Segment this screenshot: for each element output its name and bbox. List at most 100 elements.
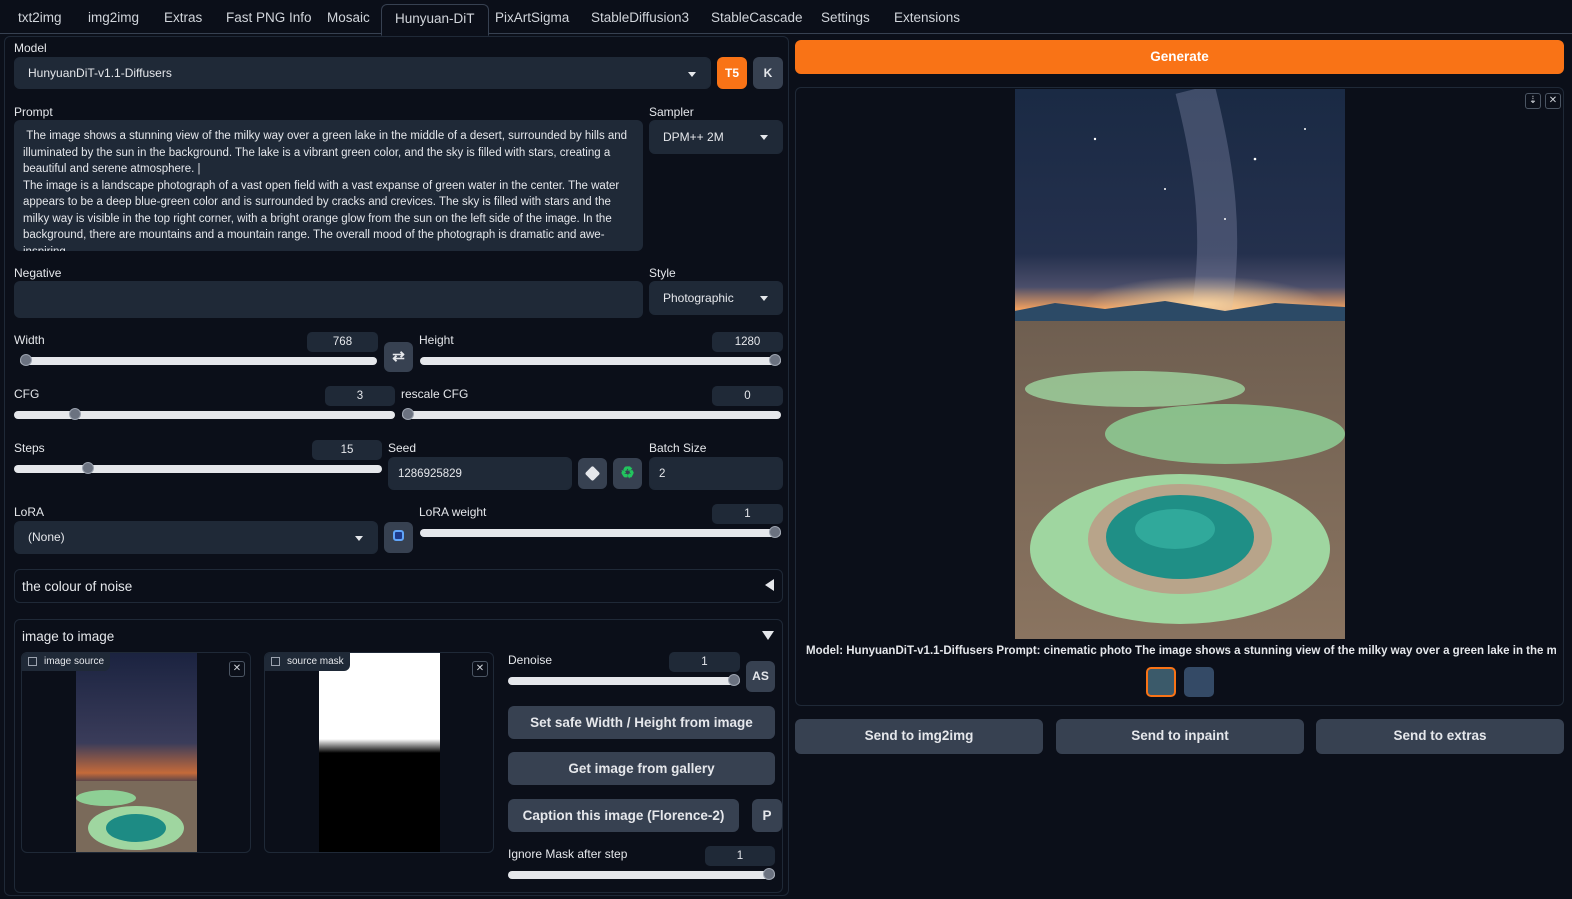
source-mask-dropzone[interactable]: source mask ✕ — [264, 652, 494, 853]
i2i-accordion-title[interactable]: image to image — [22, 629, 114, 644]
negative-textarea[interactable] — [14, 281, 643, 318]
image-icon — [271, 657, 280, 666]
cfg-slider-thumb[interactable] — [69, 408, 82, 420]
thumbnail-2[interactable] — [1184, 667, 1214, 697]
sampler-label: Sampler — [649, 105, 694, 119]
caption-image-button[interactable]: Caption this image (Florence-2) — [508, 799, 739, 832]
cfg-number[interactable]: 3 — [325, 386, 395, 406]
chevron-down-icon — [760, 135, 768, 140]
batch-size-input[interactable]: 2 — [649, 457, 783, 490]
refresh-lora-button[interactable] — [384, 522, 413, 553]
width-label: Width — [14, 333, 45, 347]
tab-mosaic[interactable]: Mosaic — [327, 4, 370, 34]
ignore-mask-slider[interactable] — [508, 868, 775, 880]
image-source-dropzone[interactable]: image source ✕ — [21, 652, 251, 853]
tab-hunyuan-dit[interactable]: Hunyuan-DiT — [381, 4, 489, 36]
chevron-down-icon — [355, 536, 363, 541]
model-label: Model — [14, 41, 47, 55]
model-value: HunyuanDiT-v1.1-Diffusers — [28, 66, 172, 80]
send-to-extras-button[interactable]: Send to extras — [1316, 719, 1564, 754]
send-to-img2img-button[interactable]: Send to img2img — [795, 719, 1043, 754]
noise-accordion[interactable]: the colour of noise — [14, 569, 783, 603]
sampler-dropdown[interactable]: DPM++ 2M — [649, 120, 783, 154]
cfg-label: CFG — [14, 387, 40, 401]
recycle-icon: ♻ — [620, 465, 635, 482]
prompt-textarea[interactable]: The image shows a stunning view of the m… — [14, 120, 643, 251]
width-slider[interactable] — [20, 354, 377, 366]
image-icon — [28, 657, 37, 666]
image-source-label: image source — [44, 656, 105, 667]
tab-extensions[interactable]: Extensions — [894, 4, 960, 34]
rescale-cfg-slider-thumb[interactable] — [402, 408, 414, 420]
tab-fast-png-info[interactable]: Fast PNG Info — [226, 4, 312, 34]
tab-pixartsigma[interactable]: PixArtSigma — [495, 4, 569, 34]
lora-weight-slider-thumb[interactable] — [769, 526, 781, 538]
refresh-icon — [393, 530, 404, 541]
seed-input[interactable]: 1286925829 — [388, 457, 572, 490]
tab-extras[interactable]: Extras — [164, 4, 202, 34]
tab-stablecascade[interactable]: StableCascade — [711, 4, 803, 34]
denoise-label: Denoise — [508, 653, 553, 667]
output-gallery: ⇣ ✕ Model: HunyuanDiT-v1.1-Diffusers Pro… — [795, 87, 1564, 706]
lora-dropdown[interactable]: (None) — [14, 521, 378, 554]
k-button[interactable]: K — [753, 57, 783, 89]
tab-settings[interactable]: Settings — [821, 4, 870, 34]
as-button[interactable]: AS — [746, 661, 775, 692]
download-icon[interactable]: ⇣ — [1525, 93, 1541, 109]
prompt-label: Prompt — [14, 105, 53, 119]
output-caption: Model: HunyuanDiT-v1.1-Diffusers Prompt:… — [806, 645, 1556, 657]
width-number[interactable]: 768 — [307, 332, 378, 352]
height-number[interactable]: 1280 — [712, 332, 783, 352]
height-slider[interactable] — [420, 354, 781, 366]
denoise-number[interactable]: 1 — [669, 652, 740, 672]
collapse-arrow-icon — [765, 579, 774, 591]
generate-button[interactable]: Generate — [795, 40, 1564, 74]
tab-bar: txt2img img2img Extras Fast PNG Info Mos… — [0, 0, 1572, 36]
lora-label: LoRA — [14, 505, 45, 519]
ignore-mask-slider-thumb[interactable] — [763, 868, 775, 880]
rescale-cfg-label: rescale CFG — [401, 387, 469, 401]
denoise-slider-thumb[interactable] — [728, 674, 740, 686]
steps-slider[interactable] — [14, 462, 382, 474]
mask-image — [319, 653, 440, 852]
tab-stablediffusion3[interactable]: StableDiffusion3 — [591, 4, 689, 34]
style-dropdown[interactable]: Photographic — [649, 281, 783, 315]
close-icon[interactable]: ✕ — [472, 661, 488, 677]
style-value: Photographic — [663, 291, 734, 305]
source-mask-chip: source mask — [265, 653, 350, 671]
steps-slider-thumb[interactable] — [81, 462, 94, 474]
tab-txt2img[interactable]: txt2img — [18, 4, 62, 34]
swap-dimensions-icon[interactable]: ⇄ — [384, 342, 413, 372]
close-icon[interactable]: ✕ — [229, 661, 245, 677]
source-mask-label: source mask — [287, 656, 344, 667]
rescale-cfg-number[interactable]: 0 — [712, 386, 783, 406]
height-slider-thumb[interactable] — [769, 354, 781, 366]
t5-button[interactable]: T5 — [717, 57, 747, 89]
tab-img2img[interactable]: img2img — [88, 4, 139, 34]
lora-weight-number[interactable]: 1 — [712, 504, 783, 524]
get-image-from-gallery-button[interactable]: Get image from gallery — [508, 752, 775, 785]
random-seed-button[interactable] — [578, 458, 607, 489]
negative-label: Negative — [14, 266, 62, 280]
noise-accordion-title: the colour of noise — [22, 579, 133, 594]
thumbnail-1[interactable] — [1146, 667, 1176, 697]
send-to-inpaint-button[interactable]: Send to inpaint — [1056, 719, 1304, 754]
lora-value: (None) — [28, 530, 65, 544]
dice-icon — [584, 465, 601, 482]
lora-weight-slider[interactable] — [420, 526, 781, 538]
steps-number[interactable]: 15 — [312, 440, 382, 460]
cfg-slider[interactable] — [14, 408, 395, 420]
rescale-cfg-slider[interactable] — [402, 408, 781, 420]
denoise-slider[interactable] — [508, 674, 740, 686]
p-button[interactable]: P — [752, 799, 782, 832]
model-dropdown[interactable]: HunyuanDiT-v1.1-Diffusers — [14, 57, 711, 89]
batch-size-label: Batch Size — [649, 441, 707, 455]
close-icon[interactable]: ✕ — [1545, 93, 1561, 109]
reuse-seed-button[interactable]: ♻ — [613, 458, 642, 489]
width-slider-thumb[interactable] — [20, 354, 32, 366]
set-safe-size-button[interactable]: Set safe Width / Height from image — [508, 706, 775, 739]
style-label: Style — [649, 266, 676, 280]
expand-arrow-icon[interactable] — [762, 631, 774, 640]
output-image[interactable] — [1015, 89, 1345, 639]
ignore-mask-number[interactable]: 1 — [705, 846, 775, 866]
